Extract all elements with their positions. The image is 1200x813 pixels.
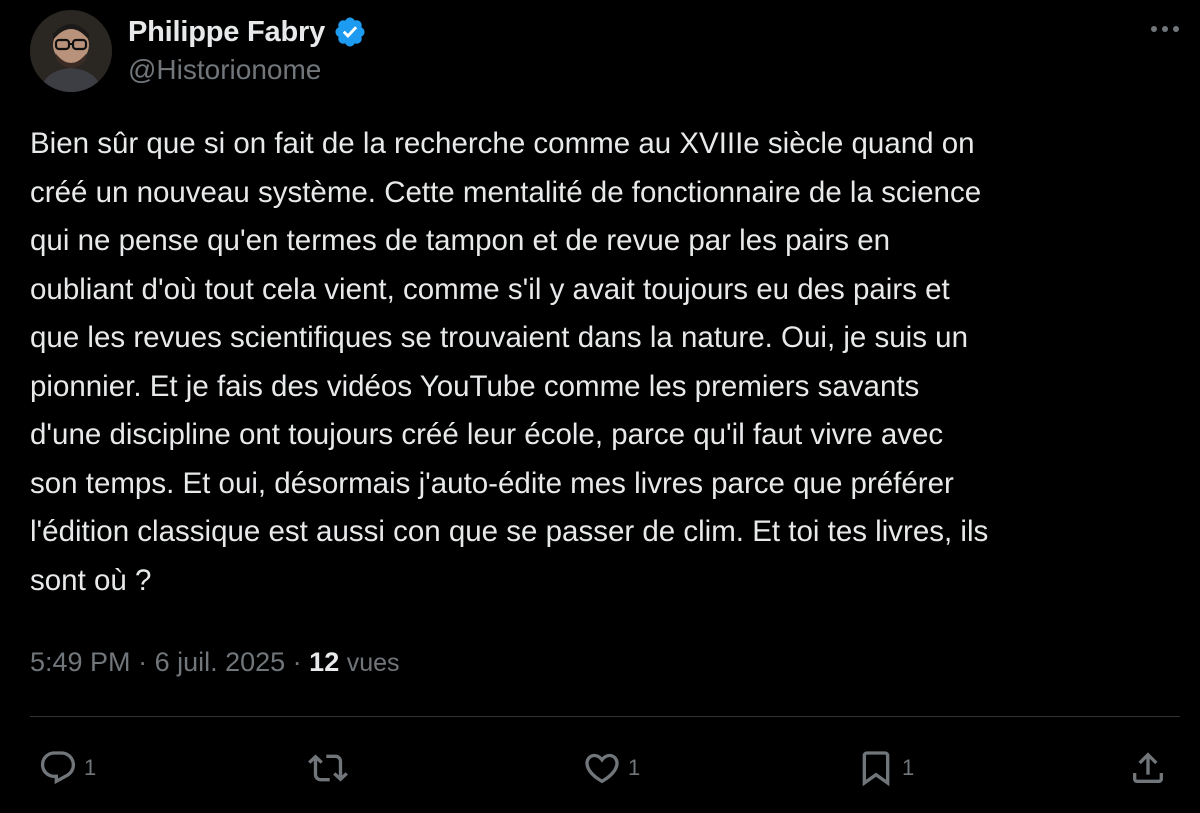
- meta-separator: ·: [285, 647, 310, 677]
- avatar-photo: [30, 10, 112, 92]
- repost-icon: [308, 748, 348, 788]
- bookmark-count: 1: [902, 755, 915, 780]
- share-icon: [1128, 748, 1168, 788]
- divider: [30, 716, 1180, 717]
- tweet-line: oubliant d'où tout cela vient, comme s'i…: [30, 272, 950, 306]
- tweet-header: Philippe Fabry @Historionome: [30, 8, 1180, 98]
- like-button[interactable]: 1: [582, 738, 640, 798]
- like-count: 1: [628, 755, 641, 780]
- share-button[interactable]: [1128, 738, 1168, 798]
- tweet-line: Bien sûr que si on fait de la recherche …: [30, 127, 975, 160]
- repost-button[interactable]: [308, 738, 354, 798]
- bookmark-button[interactable]: 1: [856, 738, 914, 798]
- verified-badge-icon: [333, 15, 367, 49]
- tweet-text: Bien sûr que si on fait de la recherche …: [30, 120, 1180, 605]
- avatar[interactable]: [30, 10, 112, 92]
- tweet-line: pionnier. Et je fais des vidéos YouTube …: [30, 369, 920, 403]
- author-display-name[interactable]: Philippe Fabry: [128, 16, 325, 49]
- meta-separator: ·: [130, 647, 155, 677]
- tweet-line: créé un nouveau système. Cette mentalité…: [30, 175, 982, 209]
- reply-icon: [38, 748, 78, 788]
- reply-button[interactable]: 1: [38, 738, 96, 798]
- tweet-line: d'une discipline ont toujours créé leur …: [30, 418, 944, 451]
- tweet-time[interactable]: 5:49 PM: [30, 647, 131, 677]
- tweet-line: son temps. Et oui, désormais j'auto-édit…: [30, 466, 954, 500]
- bookmark-icon: [856, 748, 896, 788]
- author-handle[interactable]: @Historionome: [128, 54, 367, 86]
- heart-icon: [582, 748, 622, 788]
- action-bar: 1 1 1: [30, 738, 1180, 798]
- tweet-line: que les revues scientifiques se trouvaie…: [30, 321, 968, 354]
- tweet-line: l'édition classique est aussi con que se…: [30, 515, 989, 548]
- tweet-date[interactable]: 6 juil. 2025: [155, 647, 286, 677]
- tweet-line: qui ne pense qu'en termes de tampon et d…: [30, 224, 891, 257]
- views-label: vues: [346, 649, 400, 677]
- reply-count: 1: [84, 755, 97, 780]
- tweet-meta: 5:49 PM · 6 juil. 2025 · 12 vues: [30, 640, 400, 684]
- views-count: 12: [309, 647, 340, 677]
- more-options-icon[interactable]: [1150, 22, 1180, 36]
- tweet-line: sont où ?: [30, 563, 152, 597]
